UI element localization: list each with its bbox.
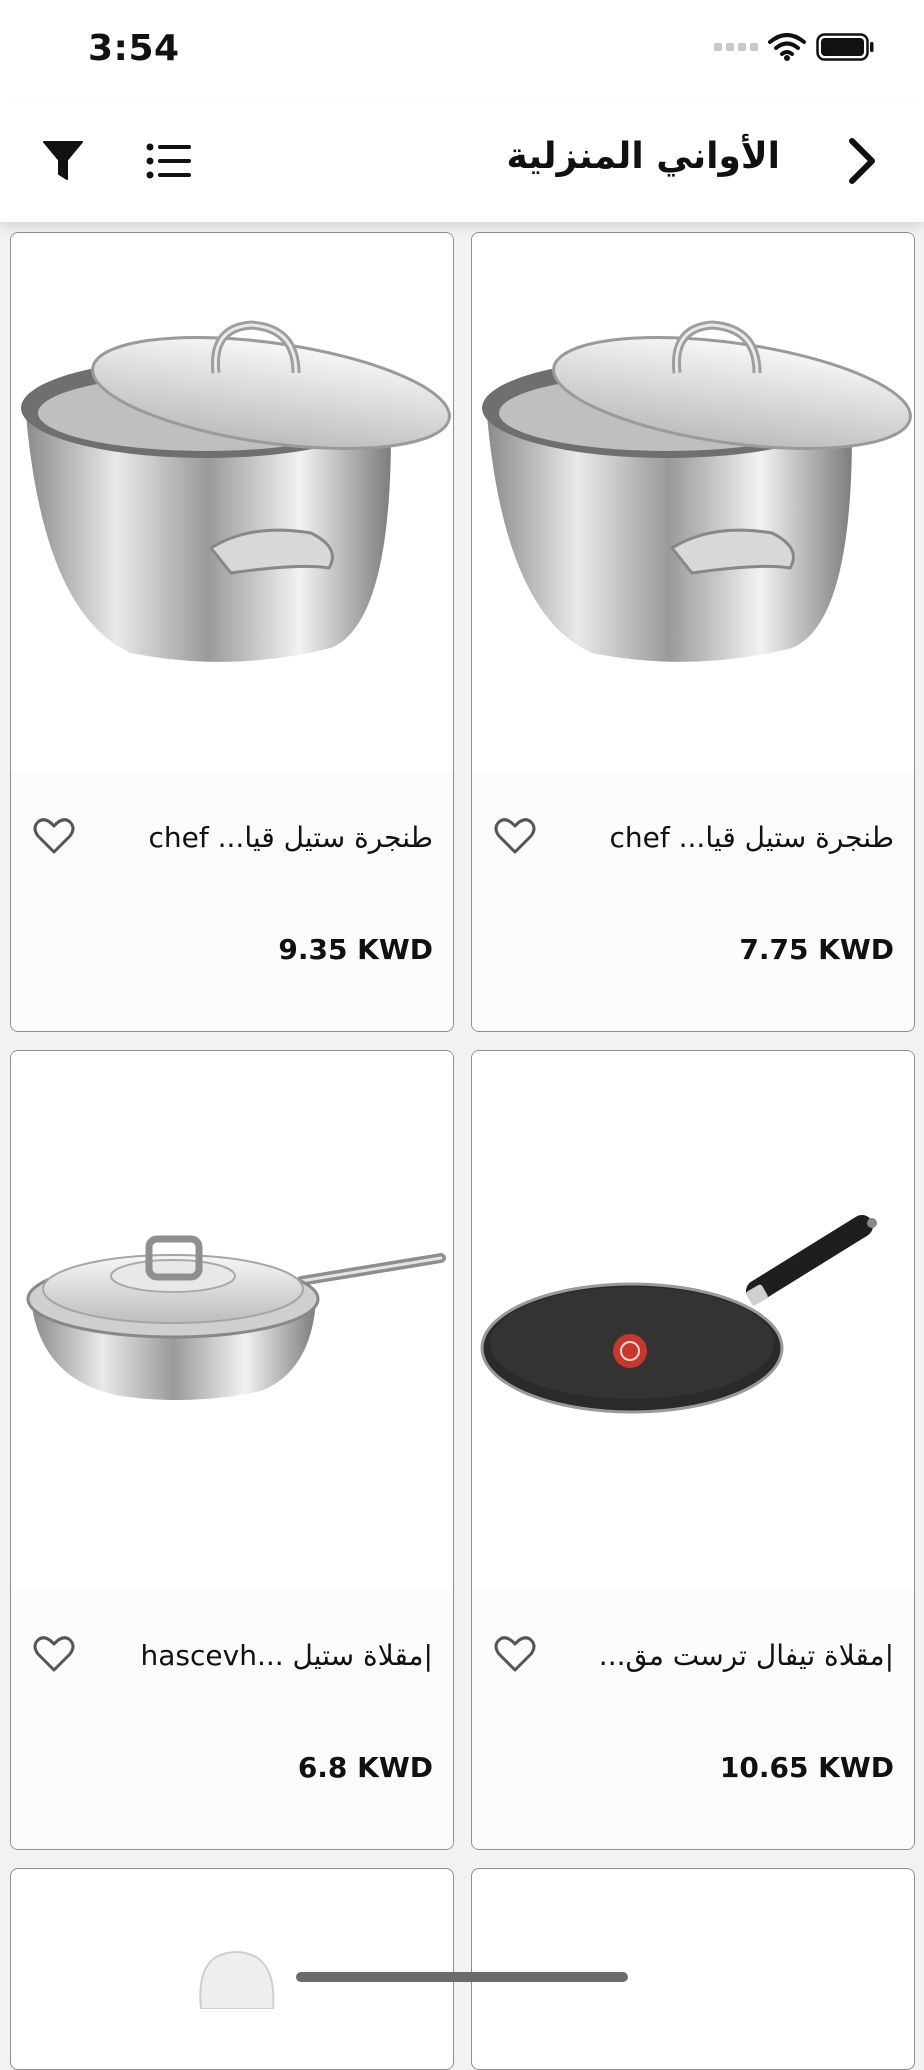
back-button[interactable]: [840, 134, 884, 188]
product-image[interactable]: [11, 1051, 453, 1591]
product-info: |مقلاة تيفال ترست مق... 10.65 KWD: [472, 1591, 914, 1849]
favorite-button[interactable]: [494, 817, 536, 855]
product-name[interactable]: طنجرة ستيل قيا... chef: [93, 821, 434, 854]
product-card[interactable]: طنجرة ستيل قيا... chef 7.75 KWD: [471, 232, 915, 1032]
product-name[interactable]: |مقلاة تيفال ترست مق...: [554, 1639, 894, 1672]
heart-icon: [494, 1636, 536, 1672]
signal-icon: [714, 43, 758, 51]
product-image[interactable]: [11, 233, 453, 773]
home-indicator[interactable]: [296, 1972, 628, 1982]
status-time: 3:54: [88, 28, 180, 69]
wifi-icon: [768, 33, 806, 61]
chevron-right-icon: [849, 138, 875, 184]
favorite-button[interactable]: [33, 817, 75, 855]
heart-icon: [33, 818, 75, 854]
product-price: 9.35 KWD: [278, 933, 433, 966]
product-info: |مقلاة ستيل ...hascevh 6.8 KWD: [11, 1591, 453, 1849]
filter-button[interactable]: [40, 138, 86, 184]
product-card[interactable]: [10, 1868, 454, 2070]
stock-pot-icon: [21, 320, 451, 662]
product-name[interactable]: |مقلاة ستيل ...hascevh: [93, 1639, 433, 1672]
product-image[interactable]: [472, 1051, 914, 1591]
favorite-button[interactable]: [494, 1635, 536, 1673]
heart-icon: [33, 1636, 75, 1672]
stock-pot-icon: [482, 320, 912, 662]
favorite-button[interactable]: [33, 1635, 75, 1673]
product-info: طنجرة ستيل قيا... chef 9.35 KWD: [11, 773, 453, 1031]
list-icon: [146, 143, 191, 179]
filter-icon: [43, 141, 83, 180]
saute-pan-icon: [26, 1235, 446, 1400]
app-header: الأواني المنزلية: [0, 100, 924, 222]
product-image[interactable]: [472, 233, 914, 773]
product-image-partial: [199, 1951, 275, 2009]
product-price: 7.75 KWD: [739, 933, 894, 966]
product-card[interactable]: |مقلاة ستيل ...hascevh 6.8 KWD: [10, 1050, 454, 1850]
heart-icon: [494, 818, 536, 854]
page-title: الأواني المنزلية: [506, 136, 780, 177]
status-bar: 3:54: [0, 0, 924, 100]
product-name[interactable]: طنجرة ستيل قيا... chef: [554, 821, 895, 854]
product-card[interactable]: |مقلاة تيفال ترست مق... 10.65 KWD: [471, 1050, 915, 1850]
product-price: 10.65 KWD: [719, 1751, 894, 1784]
flat-pan-icon: [480, 1215, 877, 1414]
product-price: 6.8 KWD: [297, 1751, 433, 1784]
battery-icon: [816, 33, 874, 61]
product-info: طنجرة ستيل قيا... chef 7.75 KWD: [472, 773, 914, 1031]
list-view-button[interactable]: [146, 140, 192, 182]
product-card[interactable]: طنجرة ستيل قيا... chef 9.35 KWD: [10, 232, 454, 1032]
status-icons: [714, 32, 874, 62]
product-card[interactable]: [471, 1868, 915, 2070]
